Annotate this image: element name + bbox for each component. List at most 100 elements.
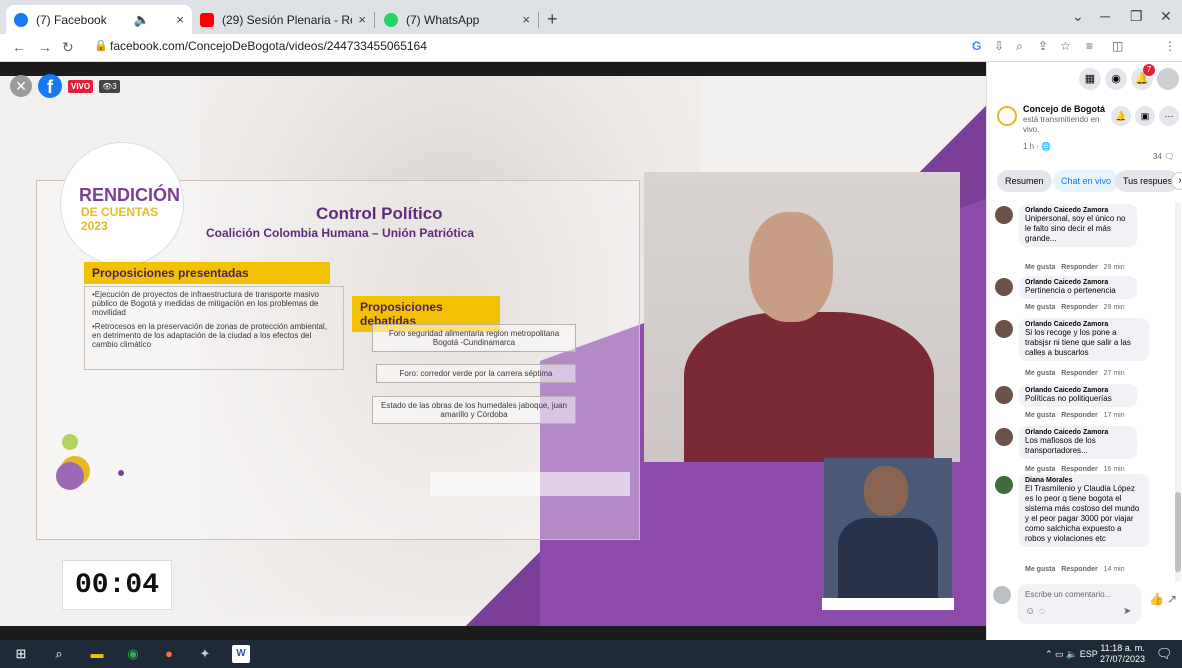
windows-start-icon[interactable]: ⊞ <box>12 645 30 663</box>
decor-dot <box>118 470 124 476</box>
chat-list: Orlando Caicedo Zamora Unipersonal, soy … <box>987 198 1173 578</box>
clock[interactable]: 11:18 a. m. 27/07/2023 <box>1100 643 1145 665</box>
chat-scrollbar-thumb[interactable] <box>1175 492 1181 572</box>
like-link[interactable]: Me gusta <box>1025 370 1055 377</box>
reply-link[interactable]: Responder <box>1061 370 1098 377</box>
live-badge: VIVO <box>68 79 94 93</box>
youtube-icon <box>200 12 214 27</box>
audio-icon[interactable]: 🔈 <box>127 12 149 28</box>
firefox-icon[interactable]: ● <box>160 645 178 663</box>
avatar[interactable] <box>995 476 1013 494</box>
comment-author[interactable]: Diana Morales <box>1025 477 1143 484</box>
like-link[interactable]: Me gusta <box>1025 304 1055 311</box>
notification-center-icon[interactable]: 🗨 <box>1156 646 1173 662</box>
more-options-icon[interactable]: ⋯ <box>1159 106 1179 126</box>
browser-toolbar: ← → ↻ 🔒 facebook.com/ConcejoDeBogota/vid… <box>0 34 1182 90</box>
messenger-icon[interactable]: ◉ <box>1105 68 1127 90</box>
comment-author[interactable]: Orlando Caicedo Zamora <box>1025 207 1131 214</box>
page-avatar[interactable] <box>997 106 1017 126</box>
chrome-icon[interactable]: ◉ <box>124 645 142 663</box>
video-player[interactable]: RENDICIÓN DE CUENTAS 2023 Control Políti… <box>0 62 986 640</box>
file-explorer-icon[interactable]: ▬ <box>88 645 106 663</box>
reply-link[interactable]: Responder <box>1061 264 1098 271</box>
comment-author[interactable]: Orlando Caicedo Zamora <box>1025 387 1131 394</box>
tab-resumen[interactable]: Resumen <box>997 170 1052 192</box>
back-arrow-icon[interactable]: ← <box>12 39 26 55</box>
zoom-icon[interactable]: ⌕ <box>1016 39 1023 54</box>
tab-youtube[interactable]: (29) Sesión Plenaria - Rendición × <box>192 5 374 34</box>
eye-icon: 👁 <box>102 81 113 91</box>
tab-chat-en-vivo[interactable]: Chat en vivo <box>1053 170 1120 192</box>
close-window-button[interactable]: ✕ <box>1160 8 1172 25</box>
google-translate-icon[interactable]: G <box>972 39 981 53</box>
like-link[interactable]: Me gusta <box>1025 264 1055 271</box>
bell-subscribe-icon[interactable]: 🔔 <box>1111 106 1131 126</box>
tab-facebook[interactable]: (7) Facebook 🔈 × <box>6 5 192 34</box>
post-time: 1 h · 🌐 <box>1023 142 1051 151</box>
new-tab-button[interactable]: + <box>547 9 558 30</box>
avatar[interactable] <box>995 278 1013 296</box>
app-icon[interactable]: ✦ <box>196 645 214 663</box>
whatsapp-icon <box>384 12 398 27</box>
side-panel-icon[interactable]: ◫ <box>1112 39 1123 53</box>
like-link[interactable]: Me gusta <box>1025 566 1055 573</box>
close-icon[interactable]: × <box>352 12 366 27</box>
reply-link[interactable]: Responder <box>1061 304 1098 311</box>
forward-arrow-icon[interactable]: → <box>38 39 52 55</box>
menu-kebab-icon[interactable]: ⋮ <box>1164 39 1176 53</box>
minimize-button[interactable]: ─ <box>1100 8 1110 24</box>
lock-icon[interactable]: 🔒 <box>94 39 108 52</box>
reply-link[interactable]: Responder <box>1061 566 1098 573</box>
comment-text: Unipersonal, soy el único no le falto si… <box>1025 214 1126 243</box>
reply-link[interactable]: Responder <box>1061 412 1098 419</box>
tab-whatsapp[interactable]: (7) WhatsApp × <box>376 5 538 34</box>
language-indicator[interactable]: ESP <box>1080 649 1098 659</box>
comment-author[interactable]: Orlando Caicedo Zamora <box>1025 279 1131 286</box>
globe-icon: 🌐 <box>1041 142 1052 151</box>
like-link[interactable]: Me gusta <box>1025 412 1055 419</box>
like-icon[interactable]: 👍 <box>1149 592 1164 606</box>
close-icon[interactable]: × <box>516 12 530 27</box>
emoji-icon[interactable]: ☺ <box>1025 606 1035 617</box>
avatar[interactable] <box>993 586 1011 604</box>
logo-text: RENDICIÓN <box>79 185 181 205</box>
avatar[interactable] <box>995 206 1013 224</box>
close-video-button[interactable]: ✕ <box>10 75 32 97</box>
comment-composer: Escribe un comentario... ☺ ◌ ➤ 👍 ↗ <box>993 582 1179 632</box>
reply-link[interactable]: Responder <box>1061 466 1098 473</box>
avatar[interactable] <box>995 320 1013 338</box>
like-link[interactable]: Me gusta <box>1025 466 1055 473</box>
address-bar[interactable]: facebook.com/ConcejoDeBogota/videos/2447… <box>110 39 427 53</box>
send-icon[interactable]: ➤ <box>1123 606 1131 617</box>
search-icon[interactable]: ⌕ <box>50 645 68 663</box>
tab-tus-respuestas[interactable]: Tus respuesta <box>1115 170 1179 192</box>
comment-actions: Me gusta Responder 29 min <box>1025 304 1125 311</box>
tab-search-icon[interactable]: ⌄ <box>1072 8 1084 25</box>
sticker-icon[interactable]: ◌ <box>1039 606 1045 617</box>
comment-time: 14 min <box>1103 566 1125 573</box>
comment-actions: Me gusta Responder 27 min <box>1025 370 1125 377</box>
comments-count[interactable]: 34 🗨 <box>1153 152 1174 161</box>
close-icon[interactable]: × <box>170 12 184 27</box>
comment-author[interactable]: Orlando Caicedo Zamora <box>1025 321 1143 328</box>
comment-author[interactable]: Orlando Caicedo Zamora <box>1025 429 1131 436</box>
install-icon[interactable]: ⇩ <box>994 39 1004 53</box>
tray-icons[interactable]: ⌃ ▭ 🔈 <box>1045 649 1080 659</box>
reading-list-icon[interactable]: ≡ <box>1086 39 1093 53</box>
avatar[interactable] <box>995 428 1013 446</box>
reload-icon[interactable]: ↻ <box>62 39 74 56</box>
bookmark-star-icon[interactable]: ☆ <box>1060 39 1071 53</box>
save-icon[interactable]: ▣ <box>1135 106 1155 126</box>
share-icon[interactable]: ⇪ <box>1038 39 1048 53</box>
restore-button[interactable]: ❐ <box>1130 8 1143 25</box>
account-avatar[interactable] <box>1157 68 1179 90</box>
menu-grid-icon[interactable]: ▦ <box>1079 68 1101 90</box>
avatar[interactable] <box>995 386 1013 404</box>
facebook-logo-icon[interactable]: f <box>38 74 62 98</box>
system-tray[interactable]: ⌃ ▭ 🔈 ESP <box>1045 649 1098 660</box>
debated-item: Foro seguridad alimentaria region metrop… <box>372 324 576 352</box>
page-name[interactable]: Concejo de Bogotá <box>1023 104 1105 114</box>
word-icon[interactable]: W <box>232 645 250 663</box>
chevron-right-icon[interactable]: › <box>1171 172 1182 190</box>
share-icon[interactable]: ↗ <box>1167 592 1177 606</box>
